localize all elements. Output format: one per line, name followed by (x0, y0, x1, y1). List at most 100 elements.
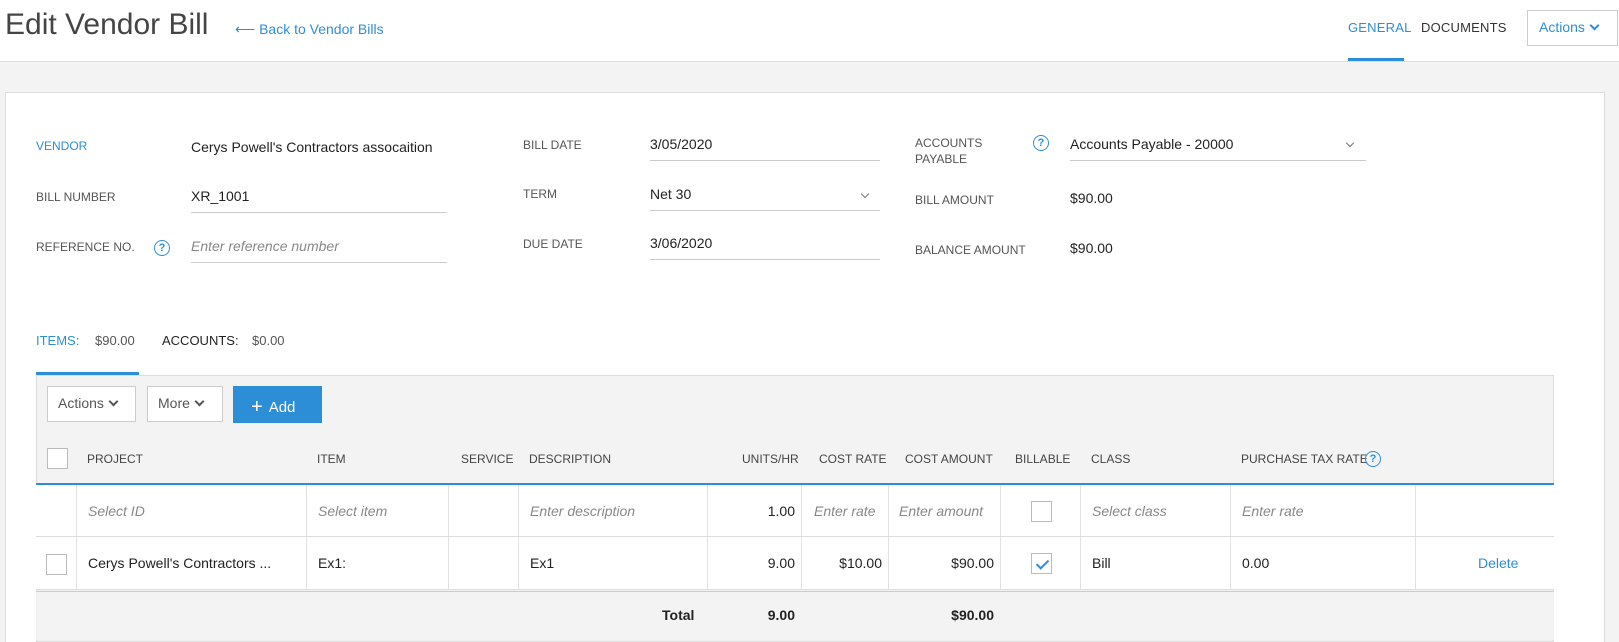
header-billable[interactable]: BILLABLE (1015, 452, 1070, 466)
cost-amount-input[interactable]: Enter amount (899, 503, 983, 519)
reference-input[interactable]: Enter reference number (191, 237, 447, 263)
bill-amount-label: BILL AMOUNT (915, 193, 994, 207)
term-label: TERM (523, 187, 557, 201)
header-item[interactable]: ITEM (317, 452, 346, 466)
reference-label: REFERENCE NO. (36, 240, 135, 254)
column-divider (306, 537, 307, 589)
column-divider (801, 485, 802, 536)
help-icon[interactable]: ? (154, 240, 170, 256)
bill-number-label: BILL NUMBER (36, 190, 116, 204)
class-cell[interactable]: Bill (1092, 555, 1111, 571)
add-label: Add (268, 399, 296, 416)
items-tab-label: ITEMS: (36, 333, 80, 348)
header-cost-rate[interactable]: COST RATE (819, 452, 887, 466)
bill-date-label: BILL DATE (523, 138, 582, 152)
items-total: $90.00 (95, 333, 135, 348)
column-divider (1230, 537, 1231, 589)
tab-general[interactable]: GENERAL (1348, 20, 1412, 35)
header-purchase-tax-rate[interactable]: PURCHASE TAX RATE (1241, 452, 1368, 466)
top-bar: Edit Vendor Bill ⟵ Back to Vendor Bills G… (0, 0, 1619, 62)
chevron-down-icon (108, 396, 119, 407)
column-divider (1080, 485, 1081, 536)
tab-documents[interactable]: DOCUMENTS (1421, 20, 1507, 35)
column-divider (1415, 537, 1416, 589)
column-divider (448, 537, 449, 589)
column-divider (518, 485, 519, 536)
help-icon[interactable]: ? (1033, 135, 1049, 151)
total-cost-amount: $90.00 (951, 607, 994, 623)
bill-number-field[interactable]: XR_1001 (191, 187, 447, 213)
column-divider (1000, 537, 1001, 589)
billable-checkbox[interactable] (1031, 501, 1052, 522)
vendor-value: Cerys Powell's Contractors assocaition (191, 139, 433, 155)
column-divider (888, 485, 889, 536)
back-link-label: Back to Vendor Bills (259, 21, 384, 37)
header-description[interactable]: DESCRIPTION (529, 452, 611, 466)
select-all-checkbox[interactable] (47, 448, 68, 469)
delete-link[interactable]: Delete (1478, 555, 1518, 571)
tax-rate-cell[interactable]: 0.00 (1242, 555, 1269, 571)
tax-rate-input[interactable]: Enter rate (1242, 503, 1303, 519)
project-cell[interactable]: Cerys Powell's Contractors ... (88, 555, 271, 571)
column-divider (1080, 537, 1081, 589)
billable-checkbox[interactable] (1031, 553, 1052, 574)
cost-rate-input[interactable]: Enter rate (814, 503, 875, 519)
item-select[interactable]: Select item (318, 503, 387, 519)
arrow-left-icon: ⟵ (235, 21, 256, 37)
actions-label: Actions (1539, 19, 1585, 35)
plus-icon: + (251, 396, 263, 418)
cost-rate-cell[interactable]: $10.00 (802, 555, 882, 571)
column-divider (1000, 485, 1001, 536)
bill-date-field[interactable]: 3/05/2020 (650, 135, 880, 161)
header-service[interactable]: SERVICE (461, 452, 513, 466)
column-divider (1415, 485, 1416, 536)
accounts-payable-label-1: ACCOUNTS (915, 136, 983, 150)
project-select[interactable]: Select ID (88, 503, 145, 519)
due-date-field[interactable]: 3/06/2020 (650, 234, 880, 260)
column-divider (518, 537, 519, 589)
description-input[interactable]: Enter description (530, 503, 635, 519)
tab-items[interactable]: ITEMS: (36, 333, 79, 348)
add-button[interactable]: + Add (233, 386, 322, 423)
column-divider (76, 485, 77, 536)
chevron-down-icon (1589, 20, 1600, 31)
header-class[interactable]: CLASS (1091, 452, 1130, 466)
grid-actions-button[interactable]: Actions (47, 386, 136, 422)
back-to-vendor-bills-link[interactable]: ⟵ Back to Vendor Bills (235, 21, 384, 38)
term-select[interactable]: Net 30 (650, 185, 880, 211)
tab-accounts[interactable]: ACCOUNTS: (162, 333, 239, 348)
help-icon[interactable]: ? (1365, 451, 1381, 467)
more-button[interactable]: More (147, 386, 223, 422)
item-cell[interactable]: Ex1: (318, 555, 346, 571)
cost-amount-cell[interactable]: $90.00 (889, 555, 994, 571)
total-units: 9.00 (767, 607, 795, 623)
table-row: Cerys Powell's Contractors ... Ex1: Ex1 … (36, 537, 1554, 590)
vendor-label[interactable]: VENDOR (36, 139, 87, 153)
column-divider (448, 485, 449, 536)
accounts-payable-select[interactable]: Accounts Payable - 20000 (1070, 135, 1366, 161)
accounts-payable-label-2: PAYABLE (915, 152, 968, 166)
row-select-checkbox[interactable] (46, 554, 67, 575)
chevron-down-icon (194, 396, 205, 407)
balance-amount-value: $90.00 (1070, 240, 1113, 256)
header-units[interactable]: UNITS/HR (742, 452, 799, 466)
column-divider (306, 485, 307, 536)
balance-amount-label: BALANCE AMOUNT (915, 243, 1026, 257)
header-project[interactable]: PROJECT (87, 452, 143, 466)
actions-dropdown-button[interactable]: Actions (1527, 10, 1618, 46)
new-item-row: Select ID Select item Enter description … (36, 485, 1554, 537)
accounts-total: $0.00 (252, 333, 285, 348)
description-cell[interactable]: Ex1 (530, 555, 554, 571)
due-date-label: DUE DATE (523, 237, 583, 251)
class-select[interactable]: Select class (1092, 503, 1167, 519)
column-divider (76, 537, 77, 589)
header-cost-amount[interactable]: COST AMOUNT (905, 452, 993, 466)
total-label: Total (662, 607, 695, 623)
units-input[interactable]: 1.00 (708, 503, 795, 519)
accounts-tab-label: ACCOUNTS: (162, 333, 239, 348)
units-cell[interactable]: 9.00 (708, 555, 795, 571)
total-row: Total 9.00 $90.00 (36, 591, 1554, 640)
column-divider (1230, 485, 1231, 536)
page-title: Edit Vendor Bill (5, 8, 209, 41)
bill-amount-value: $90.00 (1070, 190, 1113, 206)
